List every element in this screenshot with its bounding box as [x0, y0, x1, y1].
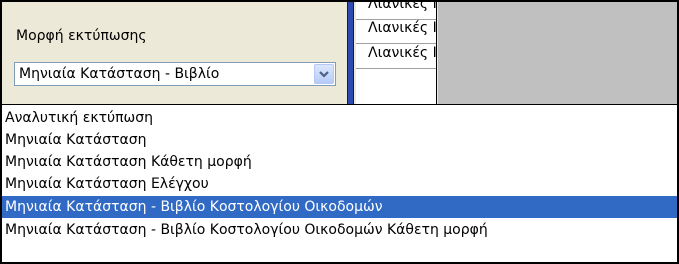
print-format-selected-value[interactable]: Μηνιαία Κατάσταση - Βιβλίο — [19, 66, 307, 82]
dropdown-option[interactable]: Αναλυτική εκτύπωση — [2, 107, 677, 129]
print-format-dropdown-list: Αναλυτική εκτύπωση Μηνιαία Κατάσταση Μην… — [2, 104, 677, 262]
print-format-label: Μορφή εκτύπωσης — [16, 28, 147, 44]
print-format-panel: Μορφή εκτύπωσης Μηνιαία Κατάσταση - Βιβλ… — [0, 0, 679, 264]
grid-cell[interactable]: Λιανικές Ι — [356, 45, 436, 69]
dropdown-option[interactable]: Μηνιαία Κατάσταση Ελέγχου — [2, 173, 677, 195]
dropdown-option[interactable]: Μηνιαία Κατάσταση Κάθετη μορφή — [2, 151, 677, 173]
dropdown-option[interactable]: Μηνιαία Κατάσταση - Βιβλίο Κοστολογίου Ο… — [2, 219, 677, 241]
grid-column: Λιανικές Ι Λιανικές Ι Λιανικές Ι — [356, 2, 437, 104]
grid-empty-area — [438, 2, 677, 104]
dropdown-button[interactable] — [314, 64, 334, 84]
grid-column-separator[interactable] — [347, 2, 354, 104]
chevron-down-icon — [319, 71, 329, 78]
grid-cell[interactable]: Λιανικές Ι — [356, 20, 436, 44]
print-format-combobox[interactable]: Μηνιαία Κατάσταση - Βιβλίο — [14, 62, 336, 86]
grid-cell[interactable]: Λιανικές Ι — [356, 2, 436, 20]
dropdown-option[interactable]: Μηνιαία Κατάσταση — [2, 129, 677, 151]
options-area — [2, 2, 347, 104]
dropdown-option-highlighted[interactable]: Μηνιαία Κατάσταση - Βιβλίο Κοστολογίου Ο… — [2, 196, 677, 218]
